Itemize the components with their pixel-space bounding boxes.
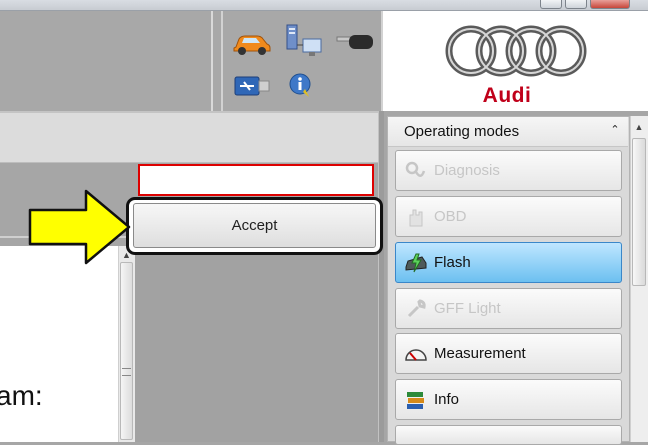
center-panel [135,246,378,442]
mode-label: GFF Light [434,300,501,317]
scroll-up-arrow-icon[interactable]: ▲ [633,121,645,133]
mode-diagnosis-button: Diagnosis [395,150,622,191]
close-button[interactable] [590,0,630,9]
pointer-arrow-icon [28,189,131,265]
network-icon[interactable] [283,23,325,63]
brand-name: Audi [482,84,532,107]
mode-label: Measurement [434,345,526,362]
stethoscope-icon [404,159,428,183]
operating-modes-header[interactable]: Operating modes [388,117,628,147]
mode-info-button[interactable]: Info [395,379,622,420]
audi-rings-logo [445,25,587,77]
mode-label: Diagnosis [434,162,500,179]
modes-scroll-thumb[interactable] [632,138,646,286]
brand-logo-area: Audi [383,11,648,111]
required-input-field[interactable] [138,164,374,196]
collapse-icon[interactable]: ⌃ [609,124,621,136]
toolbar-icon-panel [221,11,383,111]
usb-icon[interactable] [233,75,271,97]
gauge-icon [404,342,428,366]
scroll-grip-icon [122,368,131,376]
header-band [0,111,383,163]
flash-car-icon [404,251,428,275]
top-left-panel [0,11,213,111]
mode-label: Info [434,391,460,408]
content-text: am: [0,380,43,411]
mode-gff-light-button: GFF Light [395,288,622,329]
mode-next-button-partial [395,425,622,445]
mode-label: OBD [434,208,467,225]
books-icon [404,388,428,412]
panel-divider[interactable] [378,111,384,442]
mode-measurement-button[interactable]: Measurement [395,333,622,374]
info-icon[interactable] [287,71,315,99]
content-area [0,246,120,442]
top-left-spacer [213,11,221,111]
car-icon[interactable] [233,31,271,57]
mode-obd-button: OBD [395,196,622,237]
minimize-button[interactable] [540,0,562,9]
hand-icon [404,205,428,229]
mode-label: Flash [434,254,471,271]
key-icon[interactable] [335,29,377,59]
content-scroll-thumb[interactable] [120,262,133,440]
maximize-button[interactable] [565,0,587,9]
wrench-icon [404,297,428,321]
mode-flash-button[interactable]: Flash [395,242,622,283]
accept-button[interactable]: Accept [133,203,376,248]
